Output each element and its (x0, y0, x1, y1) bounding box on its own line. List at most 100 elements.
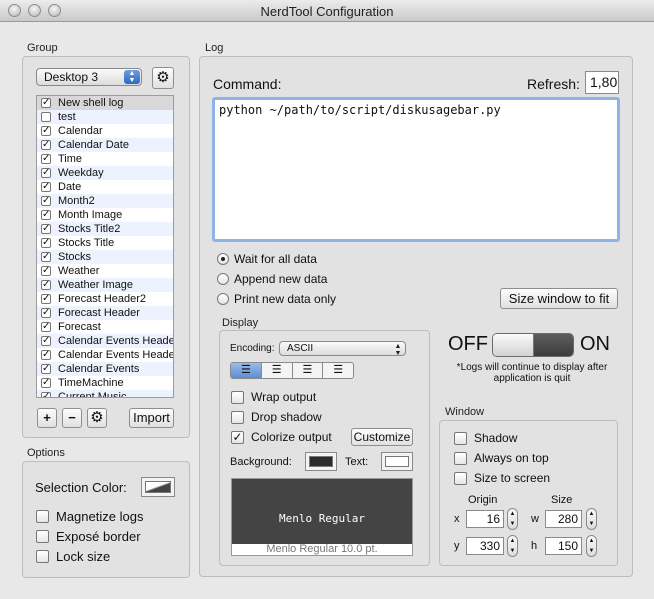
checkmark-icon[interactable]: ✓ (41, 168, 51, 178)
selection-color-well[interactable] (141, 477, 175, 497)
size-to-screen-checkbox[interactable]: Size to screen (454, 471, 550, 486)
expose-border-checkbox[interactable]: Exposé border (36, 529, 141, 544)
group-popup[interactable]: Desktop 3 ▲ ▼ (36, 68, 142, 86)
width-stepper[interactable]: ▲ ▼ (586, 508, 597, 530)
checkmark-icon[interactable]: ✓ (41, 196, 51, 206)
list-item[interactable]: ✓ Time (37, 152, 173, 166)
remove-log-button[interactable]: − (62, 408, 82, 428)
toggle-off-label: OFF (448, 333, 488, 355)
alignment-segmented-control[interactable]: ☰ ☰ ☰ ☰ (230, 362, 354, 379)
list-item[interactable]: ✓ New shell log (37, 96, 173, 110)
window-shadow-checkbox[interactable]: Shadow (454, 431, 517, 446)
width-field[interactable]: 280 (545, 510, 582, 528)
checkmark-icon[interactable]: ✓ (41, 336, 51, 346)
size-window-to-fit-button[interactable]: Size window to fit (500, 288, 618, 309)
checkmark-icon[interactable]: ✓ (41, 154, 51, 164)
checkmark-icon[interactable]: ✓ (41, 224, 51, 234)
selection-color-swatch (145, 481, 171, 493)
encoding-popup[interactable]: ASCII ▲ ▼ (279, 341, 406, 357)
height-field[interactable]: 150 (545, 537, 582, 555)
checkbox-icon (36, 530, 49, 543)
list-item[interactable]: ✓ Stocks (37, 250, 173, 264)
checkmark-icon[interactable]: ✓ (41, 392, 51, 397)
log-list[interactable]: ✓ New shell log test ✓ Calendar ✓ Calendar Dat… (36, 95, 174, 398)
command-field[interactable]: python ~/path/to/script/diskusagebar.py (212, 97, 620, 242)
list-item-label: Weekday (58, 167, 104, 179)
align-justify-icon[interactable]: ☰ (323, 363, 353, 378)
y-field[interactable]: 330 (466, 537, 504, 555)
checkmark-icon[interactable]: ✓ (41, 266, 51, 276)
checkmark-icon[interactable]: ✓ (41, 98, 51, 108)
list-item[interactable]: ✓ Month2 (37, 194, 173, 208)
align-left-icon[interactable]: ☰ (231, 363, 262, 378)
list-item[interactable]: ✓ Calendar Events Header (37, 348, 173, 362)
font-preview-sample: Menlo Regular (232, 479, 412, 544)
drop-shadow-label: Drop shadow (251, 410, 322, 424)
title-bar: NerdTool Configuration (0, 0, 654, 22)
text-color-well[interactable] (381, 452, 413, 471)
align-right-icon[interactable]: ☰ (293, 363, 324, 378)
height-stepper[interactable]: ▲ ▼ (586, 535, 597, 557)
gear-icon: ⚙ (156, 69, 170, 86)
list-item[interactable]: ✓ Weather (37, 264, 173, 278)
colorize-output-checkbox[interactable]: ✓ Colorize output (231, 430, 332, 445)
checkbox-icon (454, 432, 467, 445)
wait-for-all-data-radio[interactable]: Wait for all data (217, 252, 317, 266)
list-item[interactable]: ✓ Calendar (37, 124, 173, 138)
checkmark-icon[interactable]: ✓ (41, 294, 51, 304)
checkmark-icon[interactable]: ✓ (41, 378, 51, 388)
align-center-icon[interactable]: ☰ (262, 363, 293, 378)
import-button[interactable]: Import (129, 408, 174, 428)
append-new-data-radio[interactable]: Append new data (217, 272, 327, 286)
checkmark-icon[interactable]: ✓ (41, 126, 51, 136)
print-new-data-only-radio[interactable]: Print new data only (217, 292, 336, 306)
list-item[interactable]: ✓ Forecast Header2 (37, 292, 173, 306)
list-item[interactable]: ✓ TimeMachine (37, 376, 173, 390)
encoding-value: ASCII (287, 343, 314, 354)
customize-button[interactable]: Customize (351, 428, 413, 446)
list-item[interactable]: ✓ Calendar Events (37, 362, 173, 376)
wrap-output-checkbox[interactable]: Wrap output (231, 390, 316, 405)
lock-size-checkbox[interactable]: Lock size (36, 549, 110, 564)
enable-log-toggle[interactable] (492, 333, 574, 357)
checkmark-icon[interactable]: ✓ (41, 350, 51, 360)
checkmark-icon[interactable]: ✓ (41, 210, 51, 220)
list-item[interactable]: ✓ Calendar Date (37, 138, 173, 152)
checkmark-icon[interactable]: ✓ (41, 182, 51, 192)
list-item[interactable]: ✓ Weekday (37, 166, 173, 180)
always-on-top-label: Always on top (474, 451, 549, 465)
list-item[interactable]: ✓ Month Image (37, 208, 173, 222)
always-on-top-checkbox[interactable]: Always on top (454, 451, 549, 466)
checkmark-icon[interactable]: ✓ (41, 280, 51, 290)
refresh-field[interactable]: 1,80 (585, 71, 619, 94)
background-color-well[interactable] (305, 452, 337, 471)
list-item[interactable]: ✓ Forecast Header (37, 306, 173, 320)
list-item[interactable]: ✓ Stocks Title (37, 236, 173, 250)
checkmark-icon[interactable]: ✓ (41, 308, 51, 318)
font-preview[interactable]: Menlo Regular Menlo Regular 10.0 pt. (231, 478, 413, 556)
list-item[interactable]: ✓ Stocks Title2 (37, 222, 173, 236)
magnetize-logs-checkbox[interactable]: Magnetize logs (36, 509, 143, 524)
checkmark-icon[interactable]: ✓ (41, 322, 51, 332)
radio-icon (217, 293, 229, 305)
drop-shadow-checkbox[interactable]: Drop shadow (231, 410, 322, 425)
log-gear-button[interactable]: ⚙ (87, 408, 107, 428)
list-item-label: Stocks (58, 251, 92, 263)
refresh-label: Refresh: (527, 76, 580, 92)
checkmark-icon[interactable]: ✓ (41, 140, 51, 150)
list-item[interactable]: ✓ Date (37, 180, 173, 194)
checkbox-icon[interactable] (41, 112, 51, 122)
group-gear-button[interactable]: ⚙ (152, 67, 174, 89)
checkmark-icon[interactable]: ✓ (41, 364, 51, 374)
list-item[interactable]: ✓ Current Music (37, 390, 173, 397)
x-field[interactable]: 16 (466, 510, 504, 528)
add-log-button[interactable]: + (37, 408, 57, 428)
list-item[interactable]: ✓ Weather Image (37, 278, 173, 292)
checkmark-icon[interactable]: ✓ (41, 252, 51, 262)
list-item[interactable]: ✓ Calendar Events Header (37, 334, 173, 348)
list-item[interactable]: test (37, 110, 173, 124)
y-stepper[interactable]: ▲ ▼ (507, 535, 518, 557)
x-stepper[interactable]: ▲ ▼ (507, 508, 518, 530)
checkmark-icon[interactable]: ✓ (41, 238, 51, 248)
list-item[interactable]: ✓ Forecast (37, 320, 173, 334)
